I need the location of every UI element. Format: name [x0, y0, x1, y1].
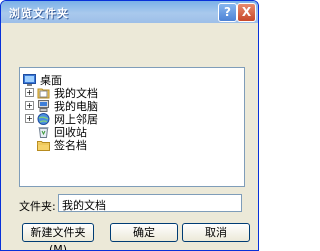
cancel-button[interactable]: 取消: [182, 223, 250, 242]
description-area: [11, 31, 247, 59]
expand-toggle[interactable]: +: [25, 101, 34, 110]
folder-label: 文件夹:: [19, 200, 56, 213]
folder-name-field[interactable]: 我的文档: [58, 194, 242, 212]
expand-toggle[interactable]: +: [25, 88, 34, 97]
my-documents-icon: [37, 87, 50, 99]
help-button[interactable]: ?: [218, 3, 237, 22]
ok-button[interactable]: 确定: [110, 223, 178, 242]
title-bar[interactable]: 浏览文件夹 ? X: [1, 1, 258, 23]
tree-node-label: 签名档: [54, 138, 87, 152]
recycle-bin-icon: [37, 126, 50, 138]
folder-icon: [37, 139, 50, 151]
desktop-icon: [23, 73, 36, 86]
network-places-icon: [37, 112, 50, 125]
browse-folder-dialog: 浏览文件夹 ? X 桌面 + 我的文档 + 我的电脑 + 网上邻居 回收站 签名…: [0, 0, 259, 251]
new-folder-button[interactable]: 新建文件夹(M): [22, 223, 94, 250]
folder-tree[interactable]: 桌面 + 我的文档 + 我的电脑 + 网上邻居 回收站 签名档: [19, 67, 245, 187]
window-title: 浏览文件夹: [9, 7, 69, 20]
expand-toggle[interactable]: +: [25, 114, 34, 123]
close-button[interactable]: X: [237, 3, 256, 22]
tree-node-signature[interactable]: 签名档: [25, 138, 88, 152]
my-computer-icon: [37, 99, 50, 112]
